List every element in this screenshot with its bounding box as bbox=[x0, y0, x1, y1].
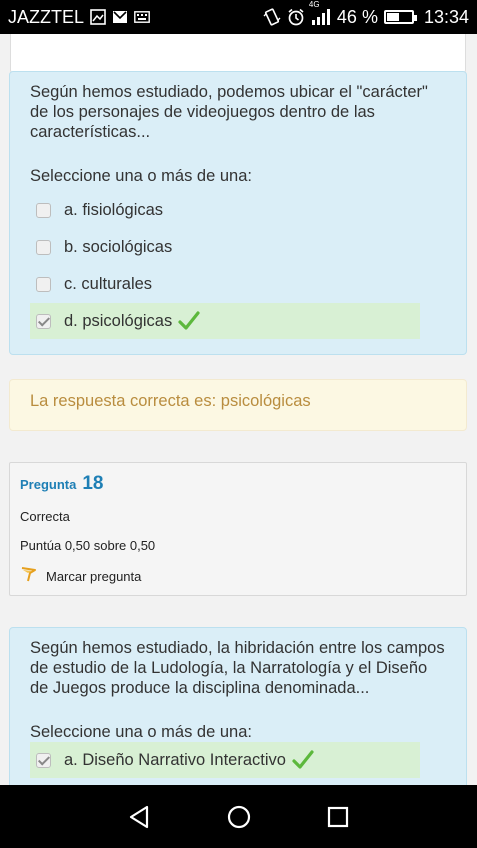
battery-percent: 46 % bbox=[336, 6, 378, 27]
question-text-box: Según hemos estudiado, la hibridación en… bbox=[9, 627, 467, 785]
quiz-review-content[interactable]: Según hemos estudiado, podemos ubicar el… bbox=[0, 34, 477, 785]
feedback-text: La respuesta correcta es: psicológicas bbox=[30, 392, 311, 410]
answer-checkbox-checked[interactable] bbox=[36, 313, 51, 329]
flag-icon bbox=[20, 567, 36, 586]
question-grade: Puntúa 0,50 sobre 0,50 bbox=[20, 538, 156, 553]
answer-checkbox[interactable] bbox=[36, 202, 51, 218]
carrier-name: JAZZTEL bbox=[8, 6, 85, 27]
recent-apps-icon[interactable] bbox=[318, 797, 358, 837]
question-info-box: Pregunta 18 Correcta Puntúa 0,50 sobre 0… bbox=[9, 462, 467, 596]
correct-answer-feedback: La respuesta correcta es: psicológicas bbox=[9, 379, 467, 431]
answer-label: d. psicológicas bbox=[64, 311, 173, 330]
keyboard-icon bbox=[134, 11, 150, 23]
flag-question-link[interactable]: Marcar pregunta bbox=[20, 567, 456, 586]
answer-option[interactable]: c. culturales bbox=[30, 266, 420, 302]
question-text-box: Según hemos estudiado, podemos ubicar el… bbox=[9, 71, 467, 355]
answer-option-correct[interactable]: d. psicológicas bbox=[30, 303, 420, 339]
flag-label[interactable]: Marcar pregunta bbox=[46, 569, 141, 584]
question-label: Pregunta bbox=[20, 477, 77, 492]
question-state: Correcta bbox=[20, 509, 70, 524]
correct-check-icon bbox=[292, 750, 314, 770]
answer-checkbox[interactable] bbox=[36, 239, 51, 255]
answer-label: c. culturales bbox=[64, 274, 153, 293]
alarm-icon bbox=[287, 8, 305, 26]
home-icon[interactable] bbox=[219, 797, 259, 837]
answer-list: a. fisiológicas b. sociológicas c. cultu… bbox=[30, 192, 446, 339]
gmail-icon bbox=[112, 10, 128, 24]
battery-icon bbox=[383, 10, 417, 24]
clock: 13:34 bbox=[423, 6, 469, 27]
correct-check-icon bbox=[178, 311, 200, 331]
answer-prompt: Seleccione una o más de una: bbox=[30, 167, 252, 185]
answer-list: a. Diseño Narrativo Interactivo bbox=[30, 742, 446, 778]
network-type: 4G bbox=[308, 0, 320, 9]
answer-option-correct[interactable]: a. Diseño Narrativo Interactivo bbox=[30, 742, 420, 778]
back-icon[interactable] bbox=[120, 797, 160, 837]
question-text: Según hemos estudiado, podemos ubicar el… bbox=[30, 83, 428, 141]
answer-option[interactable]: a. fisiológicas bbox=[30, 192, 420, 228]
answer-label: a. fisiológicas bbox=[64, 200, 164, 219]
answer-label: b. sociológicas bbox=[64, 237, 173, 256]
question-number-value: 18 bbox=[82, 473, 104, 494]
navigation-bar bbox=[0, 785, 477, 848]
previous-question-card bbox=[10, 34, 466, 74]
status-bar: JAZZTEL 4G 46 % 13:34 bbox=[0, 0, 477, 34]
question-text: Según hemos estudiado, la hibridación en… bbox=[30, 639, 445, 697]
answer-checkbox[interactable] bbox=[36, 276, 51, 292]
image-icon bbox=[90, 9, 106, 25]
answer-prompt: Seleccione una o más de una: bbox=[30, 723, 252, 741]
answer-option[interactable]: b. sociológicas bbox=[30, 229, 420, 265]
vibrate-icon bbox=[263, 8, 281, 26]
signal-icon: 4G bbox=[309, 0, 331, 25]
answer-checkbox-checked[interactable] bbox=[36, 752, 51, 768]
answer-label: a. Diseño Narrativo Interactivo bbox=[64, 750, 286, 769]
question-number: Pregunta 18 bbox=[20, 473, 456, 495]
